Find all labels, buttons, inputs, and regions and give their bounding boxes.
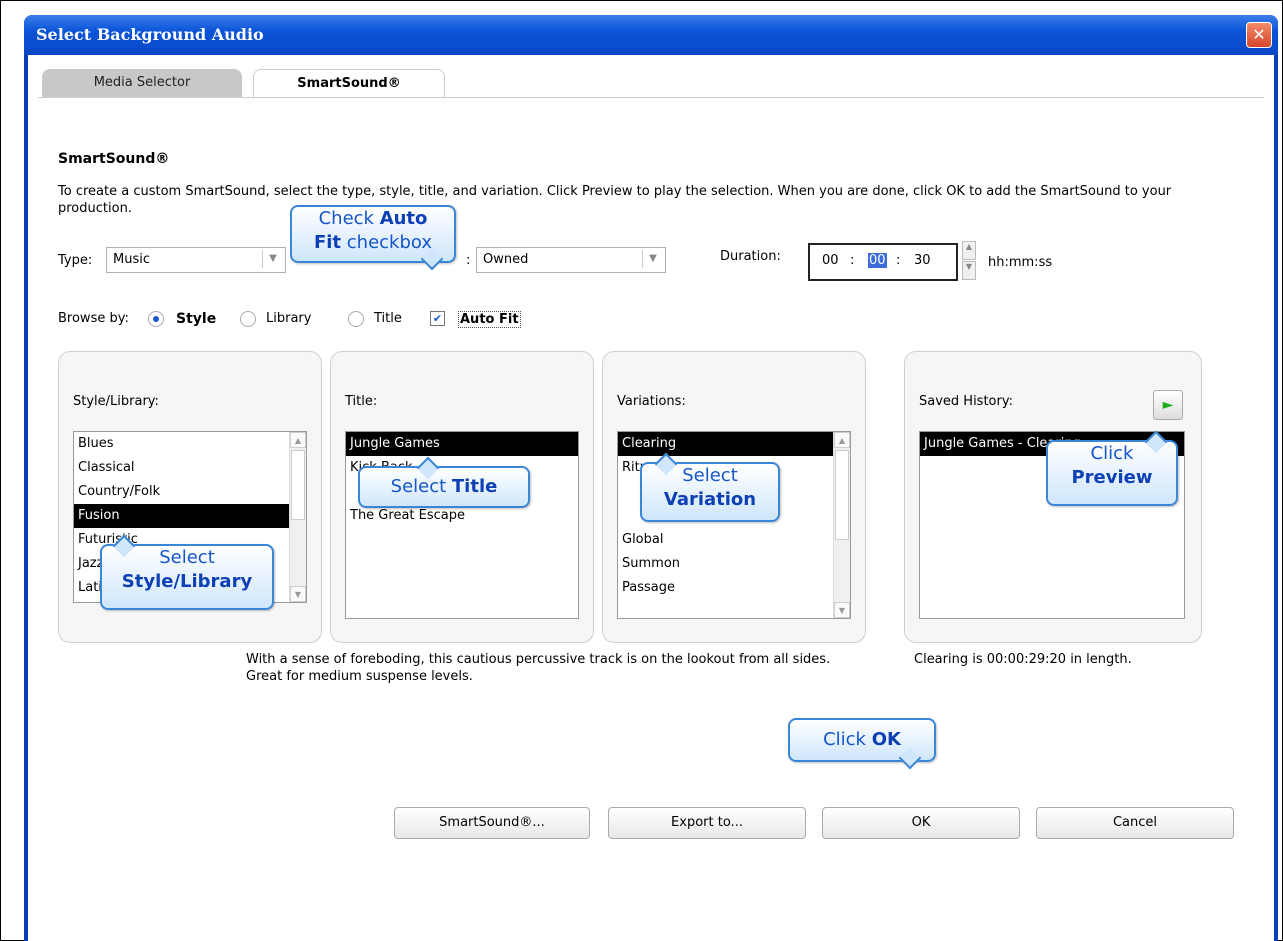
callout-emphasis: OK [871,729,901,750]
window-title: Select Background Audio [36,25,264,44]
callout-emphasis: Auto [379,208,428,229]
scroll-down-icon[interactable]: ▼ [290,586,306,602]
saved-history-label: Saved History: [919,394,1013,409]
scroll-up-icon[interactable]: ▲ [290,432,306,448]
callout-emphasis: Title [451,476,498,497]
duration-hours[interactable]: 00 [822,253,839,268]
auto-fit-label[interactable]: Auto Fit [458,311,521,328]
variations-label: Variations: [617,394,686,409]
variations-list[interactable]: Clearing Ritual Global Summon Passage ▲ … [617,431,851,619]
filter-label: : [466,253,471,268]
list-item[interactable]: Blues [74,432,306,456]
radio-library-label[interactable]: Library [266,311,311,326]
callout-emphasis: Variation [663,489,757,510]
scroll-up-icon[interactable]: ▲ [834,432,850,448]
track-length: Clearing is 00:00:29:20 in length. [914,652,1132,667]
list-item-selected[interactable]: Fusion [74,504,306,528]
scroll-down-icon[interactable]: ▼ [834,602,850,618]
radio-library[interactable] [240,311,256,327]
callout-variation: Select Variation [640,452,780,522]
smartsound-button[interactable]: SmartSound®... [394,807,590,839]
callout-text: Click [823,729,872,750]
title-list-label: Title: [345,394,378,409]
ok-button[interactable]: OK [822,807,1020,839]
spin-up-icon[interactable]: ▲ [962,241,976,260]
tab-divider [38,97,1264,98]
duration-format: hh:mm:ss [988,255,1053,270]
filter-dropdown[interactable]: Owned ▼ [476,247,666,273]
scroll-thumb[interactable] [835,450,849,540]
cancel-button[interactable]: Cancel [1036,807,1234,839]
tab-media-selector[interactable]: Media Selector [42,69,242,97]
export-button[interactable]: Export to... [608,807,806,839]
type-dropdown[interactable]: Music ▼ [106,247,286,273]
scroll-thumb[interactable] [291,450,305,520]
list-item-selected[interactable]: Clearing [618,432,850,456]
radio-title[interactable] [348,311,364,327]
callout-title: Select Title [358,456,530,508]
callout-style-library: Select Style/Library [100,534,274,610]
callout-emphasis: Fit [313,232,342,253]
radio-title-label[interactable]: Title [374,311,402,326]
radio-style[interactable] [148,311,164,327]
callout-text: Select [390,476,452,497]
duration-spinner[interactable]: ▲ ▼ [962,241,976,280]
title-bar: Select Background Audio ✕ [24,15,1278,55]
duration-label: Duration: [720,249,781,264]
duration-minutes[interactable]: 00 [868,253,887,268]
callout-emphasis: Preview [1071,467,1153,488]
spin-down-icon[interactable]: ▼ [962,261,976,280]
list-item[interactable]: Summon [618,552,850,576]
section-heading: SmartSound® [58,151,170,167]
auto-fit-checkbox[interactable]: ✔ [430,311,445,326]
callout-emphasis: Style/Library [121,571,253,592]
duration-seconds[interactable]: 30 [914,253,931,268]
duration-sep-1: : [850,253,855,268]
list-item-selected[interactable]: Jungle Games [346,432,578,456]
play-icon[interactable]: ► [1153,390,1183,420]
type-value: Music [113,252,150,267]
close-icon[interactable]: ✕ [1246,22,1272,48]
type-label: Type: [58,253,93,268]
track-description: With a sense of foreboding, this cautiou… [246,652,831,684]
list-item[interactable]: Global [618,528,850,552]
instructions-text: To create a custom SmartSound, select th… [58,184,1172,216]
title-list[interactable]: Jungle Games Kick Back The Great Escape [345,431,579,619]
duration-input[interactable]: 00 : 00 : 30 [808,243,958,281]
chevron-down-icon: ▼ [642,250,663,268]
chevron-down-icon: ▼ [262,250,283,268]
style-list-scrollbar[interactable]: ▲ ▼ [289,432,306,602]
duration-sep-2: : [896,253,901,268]
list-item[interactable]: Classical [74,456,306,480]
list-item[interactable]: Country/Folk [74,480,306,504]
browse-label: Browse by: [58,311,129,326]
radio-style-label[interactable]: Style [176,311,216,327]
callout-ok: Click OK [788,718,936,770]
callout-preview: Click Preview [1046,430,1178,506]
filter-value: Owned [483,252,529,267]
list-item[interactable]: Passage [618,576,850,600]
variations-scrollbar[interactable]: ▲ ▼ [833,432,850,618]
callout-text: Check [318,208,380,229]
callout-auto-fit: Check Auto Fit checkbox [290,205,456,271]
callout-text: checkbox [341,232,433,253]
style-library-label: Style/Library: [73,394,159,409]
tab-smartsound[interactable]: SmartSound® [253,69,445,98]
